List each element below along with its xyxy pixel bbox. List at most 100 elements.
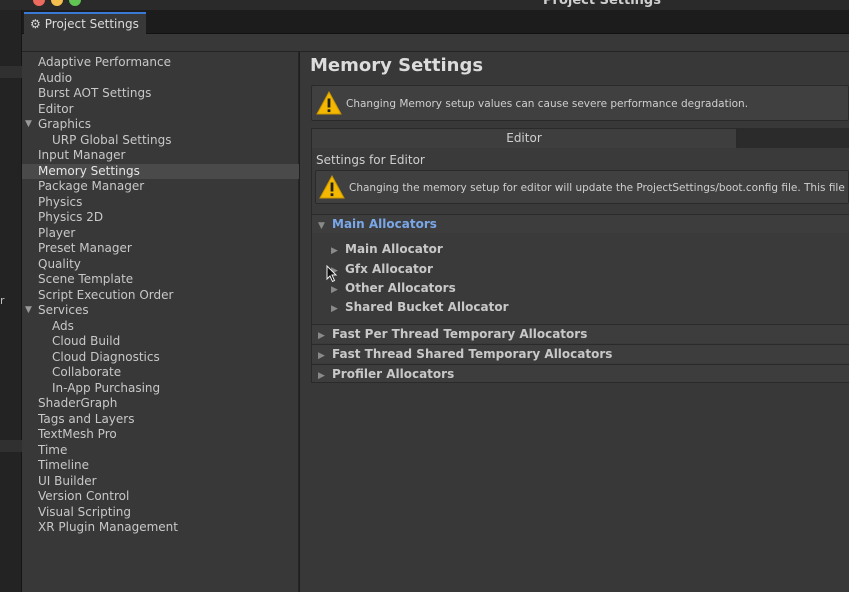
sidebar-item-in-app-purchasing[interactable]: In-App Purchasing <box>22 381 299 397</box>
sidebar-item-label: Physics <box>38 194 83 209</box>
sidebar-item-version-control[interactable]: Version Control <box>22 489 299 505</box>
foldout-label: Main Allocators <box>332 217 437 231</box>
sidebar-item-label: Cloud Diagnostics <box>52 349 160 364</box>
sidebar-item-label: Player <box>38 225 76 240</box>
sidebar-item-editor[interactable]: Editor <box>22 102 299 118</box>
sidebar-item-label: Script Execution Order <box>38 287 174 302</box>
sidebar-item-graphics[interactable]: ▼ Graphics <box>22 117 299 133</box>
sidebar-item-label: Editor <box>38 101 74 116</box>
sidebar-item-audio[interactable]: Audio <box>22 71 299 87</box>
tab-project-settings[interactable]: ⚙ Project Settings <box>24 12 146 34</box>
chevron-down-icon[interactable]: ▼ <box>25 303 32 319</box>
sidebar-item-quality[interactable]: Quality <box>22 257 299 273</box>
chevron-right-icon: ▶ <box>318 371 325 381</box>
sidebar-item-script-execution-order[interactable]: Script Execution Order <box>22 288 299 304</box>
chevron-right-icon: ▶ <box>331 246 338 256</box>
tab-editor[interactable]: Editor <box>311 128 737 148</box>
sidebar-item-label: Physics 2D <box>38 210 104 224</box>
sidebar-item-visual-scripting[interactable]: Visual Scripting <box>22 505 299 521</box>
sidebar-item-label: Quality <box>38 256 81 271</box>
maximize-window-button[interactable] <box>69 0 81 6</box>
sidebar-item-scene-template[interactable]: Scene Template <box>22 272 299 288</box>
editor-tab-bar: ⚙ Project Settings <box>22 10 849 34</box>
sidebar-item-label: URP Global Settings <box>52 132 172 147</box>
foldout-gfx-allocator[interactable]: ▶ Gfx Allocator <box>331 260 433 279</box>
sidebar-item-physics-2d[interactable]: Physics 2D <box>22 210 299 226</box>
sidebar-item-textmesh-pro[interactable]: TextMesh Pro <box>22 427 299 443</box>
sidebar-item-label: XR Plugin Management <box>38 520 178 534</box>
platform-tabs: Editor <box>311 128 849 148</box>
sidebar-item-adaptive-performance[interactable]: Adaptive Performance <box>22 55 299 71</box>
sidebar-item-label: Services <box>38 303 89 317</box>
warning-message: Changing Memory setup values can cause s… <box>346 98 749 110</box>
sidebar-item-preset-manager[interactable]: Preset Manager <box>22 241 299 257</box>
background-panel-strip: r <box>0 10 22 592</box>
foldout-label: Profiler Allocators <box>332 367 455 381</box>
sidebar-item-label: Scene Template <box>38 272 134 286</box>
window-titlebar: Project Settings <box>0 0 849 10</box>
foldout-main-allocators[interactable]: ▼ Main Allocators <box>312 214 849 233</box>
sidebar-item-cloud-build[interactable]: Cloud Build <box>22 334 299 350</box>
sidebar-item-label: ShaderGraph <box>38 396 118 410</box>
mouse-cursor-icon <box>326 265 338 283</box>
settings-for-label: Settings for Editor <box>316 153 425 167</box>
sidebar-item-cloud-diagnostics[interactable]: Cloud Diagnostics <box>22 350 299 366</box>
foldout-label: Fast Thread Shared Temporary Allocators <box>332 347 613 361</box>
sidebar-item-label: Preset Manager <box>38 241 132 255</box>
sidebar-item-input-manager[interactable]: Input Manager <box>22 148 299 164</box>
tab-player[interactable] <box>737 128 849 148</box>
sidebar-item-label: Memory Settings <box>38 163 140 178</box>
sidebar-item-physics[interactable]: Physics <box>22 195 299 211</box>
sidebar-item-label: Version Control <box>38 489 130 503</box>
foldout-label: Fast Per Thread Temporary Allocators <box>332 327 588 341</box>
sidebar-item-timeline[interactable]: Timeline <box>22 458 299 474</box>
warning-icon <box>319 175 345 199</box>
sidebar-item-label: Graphics <box>38 117 91 131</box>
foldout-fast-thread-shared-temporary-allocators[interactable]: ▶ Fast Thread Shared Temporary Allocators <box>312 344 849 363</box>
sidebar-item-label: Ads <box>52 318 74 333</box>
foldout-profiler-allocators[interactable]: ▶ Profiler Allocators <box>312 364 849 383</box>
sidebar-item-player[interactable]: Player <box>22 226 299 242</box>
sidebar-item-memory-settings[interactable]: Memory Settings <box>22 163 299 179</box>
sidebar-item-xr-plugin-management[interactable]: XR Plugin Management <box>22 520 299 536</box>
editor-warning-message: Changing the memory setup for editor wil… <box>349 182 848 194</box>
foldout-main-allocator[interactable]: ▶ Main Allocator <box>331 240 443 259</box>
sidebar-item-ads[interactable]: Ads <box>22 319 299 335</box>
sidebar-item-label: Adaptive Performance <box>38 55 171 69</box>
strip-band <box>0 66 22 78</box>
warning-helpbox: Changing Memory setup values can cause s… <box>311 85 849 121</box>
minimize-window-button[interactable] <box>51 0 63 6</box>
settings-main-panel: Memory Settings Changing Memory setup va… <box>300 52 849 592</box>
close-window-button[interactable] <box>33 0 45 6</box>
foldout-label: Shared Bucket Allocator <box>345 300 509 314</box>
sidebar-item-shadergraph[interactable]: ShaderGraph <box>22 396 299 412</box>
sidebar-item-ui-builder[interactable]: UI Builder <box>22 474 299 490</box>
sidebar-item-time[interactable]: Time <box>22 443 299 459</box>
sidebar-item-label: Timeline <box>38 458 90 472</box>
sidebar-item-label: In-App Purchasing <box>52 380 161 395</box>
strip-band <box>0 440 22 452</box>
sidebar-item-label: Visual Scripting <box>38 504 131 519</box>
settings-sidebar: Adaptive Performance Audio Burst AOT Setti… <box>22 52 299 592</box>
editor-warning-helpbox: Changing the memory setup for editor wil… <box>315 170 849 204</box>
sidebar-item-label: Time <box>38 442 68 457</box>
sidebar-item-urp-global-settings[interactable]: URP Global Settings <box>22 133 299 149</box>
sidebar-item-collaborate[interactable]: Collaborate <box>22 365 299 381</box>
page-title: Memory Settings <box>310 55 484 76</box>
tab-label: Project Settings <box>44 17 139 31</box>
foldout-other-allocators[interactable]: ▶ Other Allocators <box>331 279 456 298</box>
sidebar-item-label: Cloud Build <box>52 334 121 348</box>
chevron-right-icon: ▶ <box>331 304 338 314</box>
sidebar-item-services[interactable]: ▼ Services <box>22 303 299 319</box>
sidebar-item-label: Tags and Layers <box>38 411 135 426</box>
foldout-label: Other Allocators <box>345 281 456 295</box>
sidebar-item-tags-and-layers[interactable]: Tags and Layers <box>22 412 299 428</box>
sidebar-item-label: UI Builder <box>38 473 97 488</box>
toolbar-strip <box>22 34 849 52</box>
foldout-shared-bucket-allocator[interactable]: ▶ Shared Bucket Allocator <box>331 298 509 317</box>
sidebar-item-package-manager[interactable]: Package Manager <box>22 179 299 195</box>
sidebar-item-burst-aot-settings[interactable]: Burst AOT Settings <box>22 86 299 102</box>
chevron-down-icon[interactable]: ▼ <box>25 117 32 133</box>
foldout-fast-per-thread-temporary-allocators[interactable]: ▶ Fast Per Thread Temporary Allocators <box>312 324 849 343</box>
sidebar-item-label: Burst AOT Settings <box>38 86 152 100</box>
